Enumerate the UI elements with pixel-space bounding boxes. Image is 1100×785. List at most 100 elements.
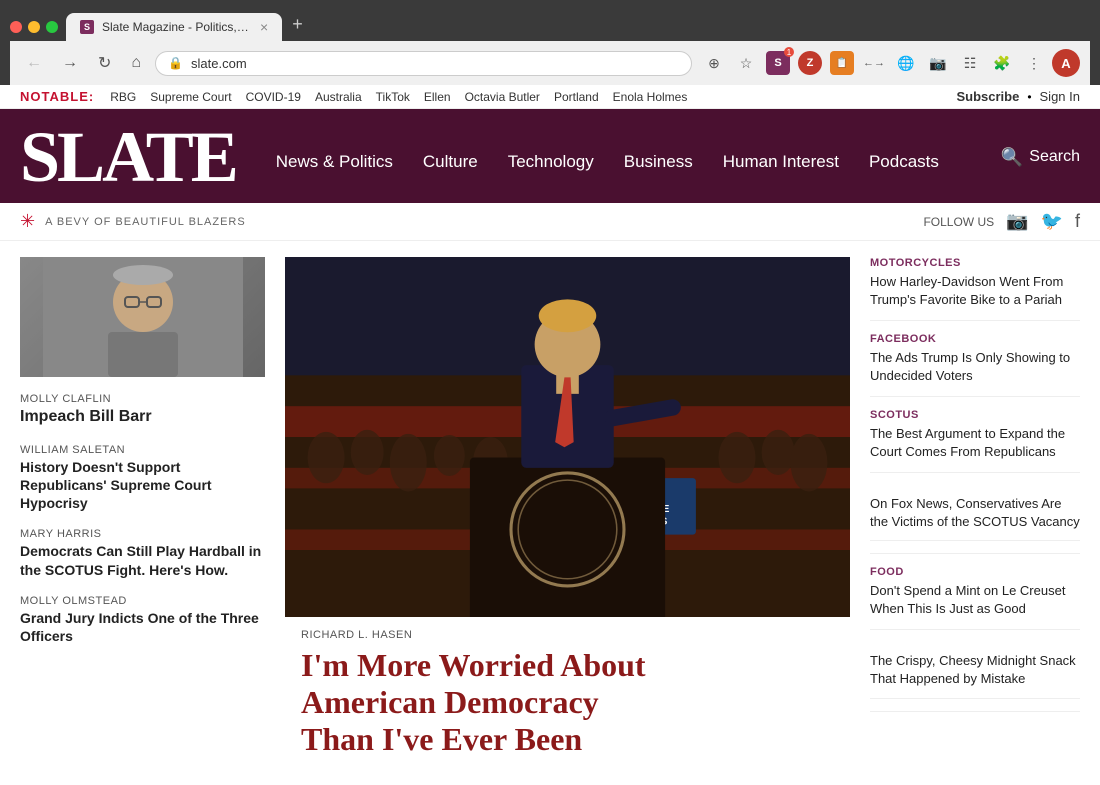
ad-banner: ✳ A BEVY OF BEAUTIFUL BLAZERS FOLLOW US … xyxy=(0,203,1100,241)
top-link-covid[interactable]: COVID-19 xyxy=(246,90,301,104)
article-author-saletan: WILLIAM SALETAN xyxy=(20,444,265,456)
sidebar-article-foxnews: On Fox News, Conservatives Are the Victi… xyxy=(870,473,1080,554)
browser-tabs: S Slate Magazine - Politics, Busi… × + xyxy=(10,8,1090,41)
article-author-olmstead: MOLLY OLMSTEAD xyxy=(20,595,265,607)
top-bar-right: Subscribe • Sign In xyxy=(956,89,1080,104)
home-button[interactable]: ⌂ xyxy=(125,52,147,74)
hero-title-line2: American Democracy xyxy=(301,684,599,720)
nav-technology[interactable]: Technology xyxy=(508,152,594,172)
site-logo[interactable]: SLATE xyxy=(20,121,256,203)
tab-title: Slate Magazine - Politics, Busi… xyxy=(102,20,252,34)
top-link-enola[interactable]: Enola Holmes xyxy=(613,90,688,104)
hero-article-author: RICHARD L. HASEN xyxy=(301,629,834,641)
sidebar-article-food: FOOD Don't Spend a Mint on Le Creuset Wh… xyxy=(870,554,1080,630)
extension-icon-3[interactable]: 📋 xyxy=(828,49,856,77)
minimize-window-btn[interactable] xyxy=(28,21,40,33)
sidebar-article-scotus: SCOTUS The Best Argument to Expand the C… xyxy=(870,397,1080,473)
sidebar-article-motorcycles: MOTORCYCLES How Harley-Davidson Went Fro… xyxy=(870,257,1080,321)
instagram-icon[interactable]: 📷 xyxy=(1006,211,1028,232)
sidebar-headline-facebook[interactable]: The Ads Trump Is Only Showing to Undecid… xyxy=(870,349,1080,384)
extension-icon-5[interactable]: 🌐 xyxy=(892,49,920,77)
left-sidebar: MOLLY CLAFLIN Impeach Bill Barr WILLIAM … xyxy=(20,257,265,769)
hero-article-title[interactable]: I'm More Worried About American Democrac… xyxy=(301,647,834,757)
sidebar-headline-scotus[interactable]: The Best Argument to Expand the Court Co… xyxy=(870,425,1080,460)
nav-podcasts[interactable]: Podcasts xyxy=(869,152,939,172)
top-link-australia[interactable]: Australia xyxy=(315,90,362,104)
browser-tab[interactable]: S Slate Magazine - Politics, Busi… × xyxy=(66,13,282,41)
sidebar-category-scotus: SCOTUS xyxy=(870,409,1080,421)
extensions-button[interactable]: 🧩 xyxy=(988,49,1016,77)
address-bar[interactable]: 🔒 xyxy=(155,51,692,76)
facebook-icon[interactable]: f xyxy=(1075,211,1080,232)
article-headline-grandjury[interactable]: Grand Jury Indicts One of the Three Offi… xyxy=(20,609,265,645)
sidebar-headline-foxnews[interactable]: On Fox News, Conservatives Are the Victi… xyxy=(870,485,1080,541)
center-main: 4 MORE YEARS xyxy=(285,257,850,769)
nav-business[interactable]: Business xyxy=(624,152,693,172)
profile-avatar[interactable]: A xyxy=(1052,49,1080,77)
article-democrats: MARY HARRIS Democrats Can Still Play Har… xyxy=(20,528,265,578)
extension-icon-1[interactable]: S 1 xyxy=(764,49,792,77)
notable-label: NOTABLE: xyxy=(20,89,94,104)
nav-culture[interactable]: Culture xyxy=(423,152,478,172)
separator-dot: • xyxy=(1027,90,1031,104)
hero-title-line1: I'm More Worried About xyxy=(301,647,646,683)
top-links: RBG Supreme Court COVID-19 Australia Tik… xyxy=(110,90,687,104)
maximize-window-btn[interactable] xyxy=(46,21,58,33)
site-topbar: NOTABLE: RBG Supreme Court COVID-19 Aust… xyxy=(0,85,1100,109)
follow-us-section: FOLLOW US 📷 🐦 f xyxy=(923,211,1080,232)
main-content: MOLLY CLAFLIN Impeach Bill Barr WILLIAM … xyxy=(0,241,1100,785)
sidebar-headline-motorcycles[interactable]: How Harley-Davidson Went From Trump's Fa… xyxy=(870,273,1080,308)
article-grandjury: MOLLY OLMSTEAD Grand Jury Indicts One of… xyxy=(20,595,265,645)
ssl-lock-icon: 🔒 xyxy=(168,56,183,70)
nav-news-politics[interactable]: News & Politics xyxy=(276,152,393,172)
extension-icon-camera[interactable]: 📷 xyxy=(924,49,952,77)
barr-article-image xyxy=(20,257,265,377)
article-author-harris: MARY HARRIS xyxy=(20,528,265,540)
site-nav: News & Politics Culture Technology Busin… xyxy=(256,152,1001,172)
ad-text: A BEVY OF BEAUTIFUL BLAZERS xyxy=(45,216,246,228)
subscribe-button[interactable]: Subscribe xyxy=(956,89,1019,104)
hero-caption: RICHARD L. HASEN I'm More Worried About … xyxy=(285,617,850,769)
url-input[interactable] xyxy=(191,56,679,71)
sidebar-category-food: FOOD xyxy=(870,566,1080,578)
menu-button[interactable]: ⋮ xyxy=(1020,49,1048,77)
extension-icon-zotero[interactable]: Z xyxy=(796,49,824,77)
location-icon[interactable]: ⊕ xyxy=(700,49,728,77)
browser-chrome: S Slate Magazine - Politics, Busi… × + ←… xyxy=(0,0,1100,85)
reload-button[interactable]: ↻ xyxy=(92,51,117,75)
top-link-tiktok[interactable]: TikTok xyxy=(376,90,410,104)
toolbar-actions: ⊕ ☆ S 1 Z 📋 ←→ 🌐 📷 ☷ 🧩 ⋮ A xyxy=(700,49,1080,77)
search-button[interactable]: 🔍 Search xyxy=(1001,147,1080,178)
top-link-ellen[interactable]: Ellen xyxy=(424,90,451,104)
sidebar-headline-food[interactable]: Don't Spend a Mint on Le Creuset When Th… xyxy=(870,582,1080,617)
bookmark-star-icon[interactable]: ☆ xyxy=(732,49,760,77)
top-link-rbg[interactable]: RBG xyxy=(110,90,136,104)
sidebar-category-facebook: FACEBOOK xyxy=(870,333,1080,345)
nav-human-interest[interactable]: Human Interest xyxy=(723,152,839,172)
article-headline-barr[interactable]: Impeach Bill Barr xyxy=(20,407,265,428)
close-window-btn[interactable] xyxy=(10,21,22,33)
article-republicans: WILLIAM SALETAN History Doesn't Support … xyxy=(20,444,265,513)
article-author-claflin: MOLLY CLAFLIN xyxy=(20,393,265,405)
sidebar-category-motorcycles: MOTORCYCLES xyxy=(870,257,1080,269)
extension-icon-readmode[interactable]: ☷ xyxy=(956,49,984,77)
site-header: SLATE News & Politics Culture Technology… xyxy=(0,109,1100,203)
back-button[interactable]: ← xyxy=(20,52,48,74)
tab-close-btn[interactable]: × xyxy=(260,19,268,35)
twitter-icon[interactable]: 🐦 xyxy=(1041,211,1063,232)
browser-toolbar: ← → ↻ ⌂ 🔒 ⊕ ☆ S 1 Z 📋 ←→ 🌐 📷 ☷ 🧩 xyxy=(10,41,1090,85)
signin-button[interactable]: Sign In xyxy=(1040,89,1080,104)
article-headline-democrats[interactable]: Democrats Can Still Play Hardball in the… xyxy=(20,542,265,578)
top-link-supremecourt[interactable]: Supreme Court xyxy=(150,90,231,104)
article-headline-republicans[interactable]: History Doesn't Support Republicans' Sup… xyxy=(20,458,265,513)
forward-button[interactable]: → xyxy=(56,52,84,74)
new-tab-button[interactable]: + xyxy=(282,8,313,41)
search-label: Search xyxy=(1029,148,1080,166)
top-link-octavia[interactable]: Octavia Butler xyxy=(465,90,540,104)
top-link-portland[interactable]: Portland xyxy=(554,90,599,104)
sidebar-headline-snack[interactable]: The Crispy, Cheesy Midnight Snack That H… xyxy=(870,642,1080,698)
hero-image: 4 MORE YEARS xyxy=(285,257,850,617)
ad-logo-icon: ✳ xyxy=(20,211,35,232)
search-icon: 🔍 xyxy=(1001,147,1023,168)
extension-icon-4[interactable]: ←→ xyxy=(860,49,888,77)
